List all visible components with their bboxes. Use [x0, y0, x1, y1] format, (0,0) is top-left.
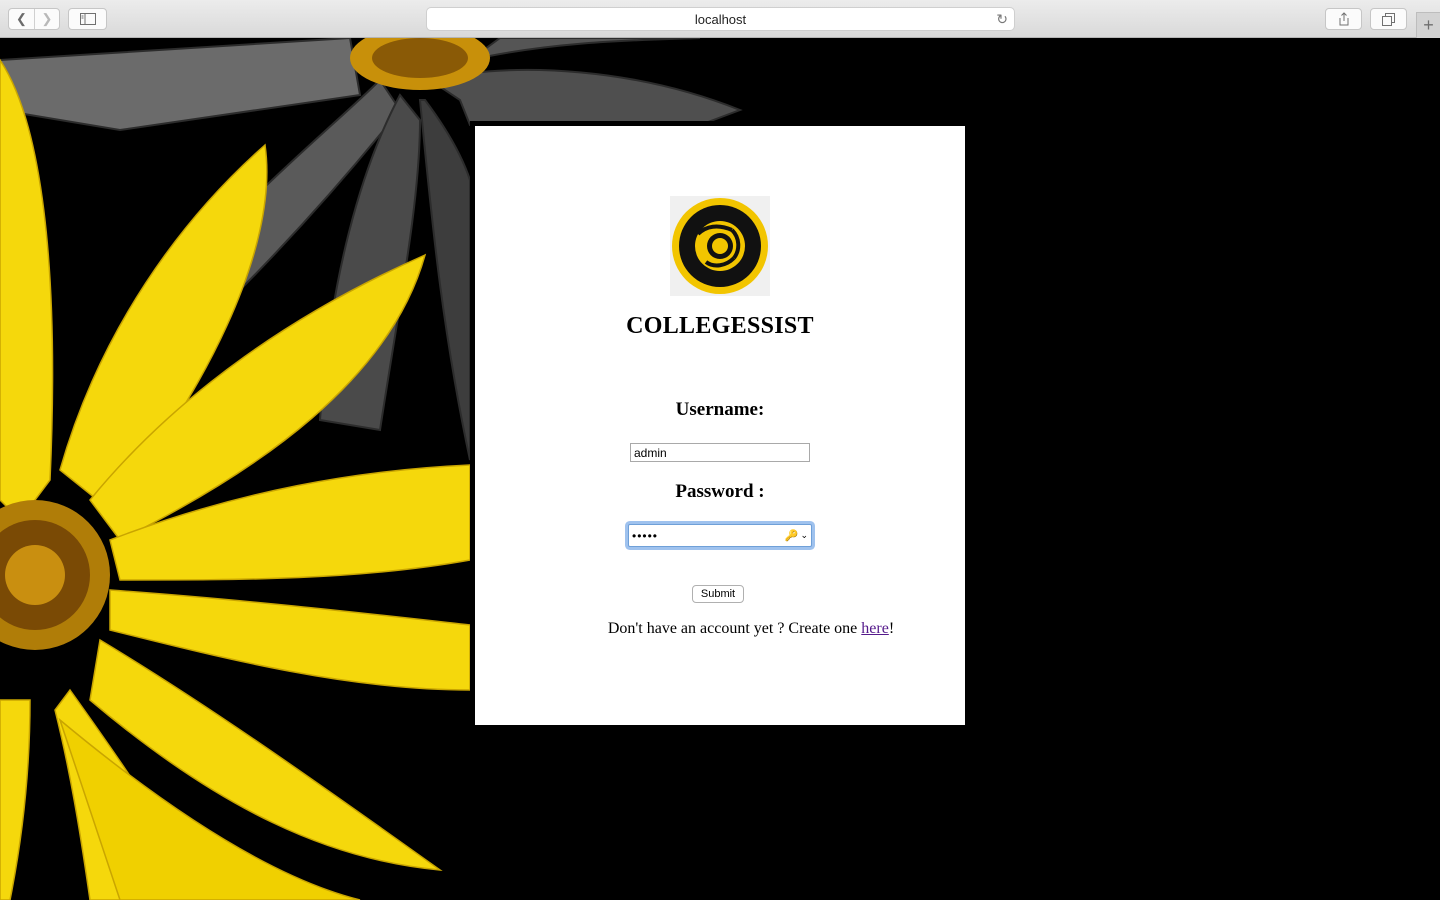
nav-buttons: ❮ ❯ — [8, 8, 60, 30]
address-bar[interactable]: localhost ↻ — [426, 7, 1015, 31]
chevron-left-icon: ❮ — [16, 11, 27, 26]
sidebar-toggle-button[interactable] — [68, 8, 107, 30]
login-card: COLLEGESSIST Username: admin Password : … — [475, 126, 965, 725]
logo-icon — [672, 198, 768, 294]
signup-text: Don't have an account yet ? Create one — [607, 620, 862, 637]
plus-icon: + — [1423, 15, 1434, 35]
chevron-right-icon: ❯ — [41, 11, 53, 26]
signup-link[interactable]: here — [861, 620, 889, 637]
brand-title: COLLEGESSIST — [626, 313, 814, 339]
sidebar-icon — [79, 13, 96, 25]
back-button[interactable]: ❮ — [9, 9, 34, 29]
username-input[interactable]: admin — [630, 443, 810, 462]
tabs-overview-button[interactable] — [1370, 8, 1407, 30]
key-icon[interactable]: 🔑 — [785, 529, 799, 542]
tabs-overview-icon — [1382, 12, 1395, 26]
signup-suffix: ! — [888, 620, 895, 637]
browser-toolbar: ❮ ❯ localhost ↻ + — [0, 0, 1440, 38]
password-value: ••••• — [632, 528, 659, 543]
submit-button[interactable]: Submit — [692, 585, 744, 603]
signup-prompt: Don't have an account yet ? Create one h… — [475, 620, 1027, 638]
username-value: admin — [634, 445, 667, 460]
chevron-down-icon[interactable]: ⌄ — [800, 530, 808, 541]
password-input[interactable]: ••••• 🔑 ⌄ — [628, 524, 812, 547]
reload-icon[interactable]: ↻ — [996, 11, 1008, 28]
app-logo — [670, 196, 770, 296]
forward-button[interactable]: ❯ — [33, 9, 59, 29]
new-tab-button[interactable]: + — [1416, 12, 1440, 38]
url-text: localhost — [694, 11, 747, 27]
share-button[interactable] — [1325, 8, 1362, 30]
password-label: Password : — [675, 481, 765, 502]
share-icon — [1339, 12, 1348, 26]
username-label: Username: — [675, 399, 765, 420]
